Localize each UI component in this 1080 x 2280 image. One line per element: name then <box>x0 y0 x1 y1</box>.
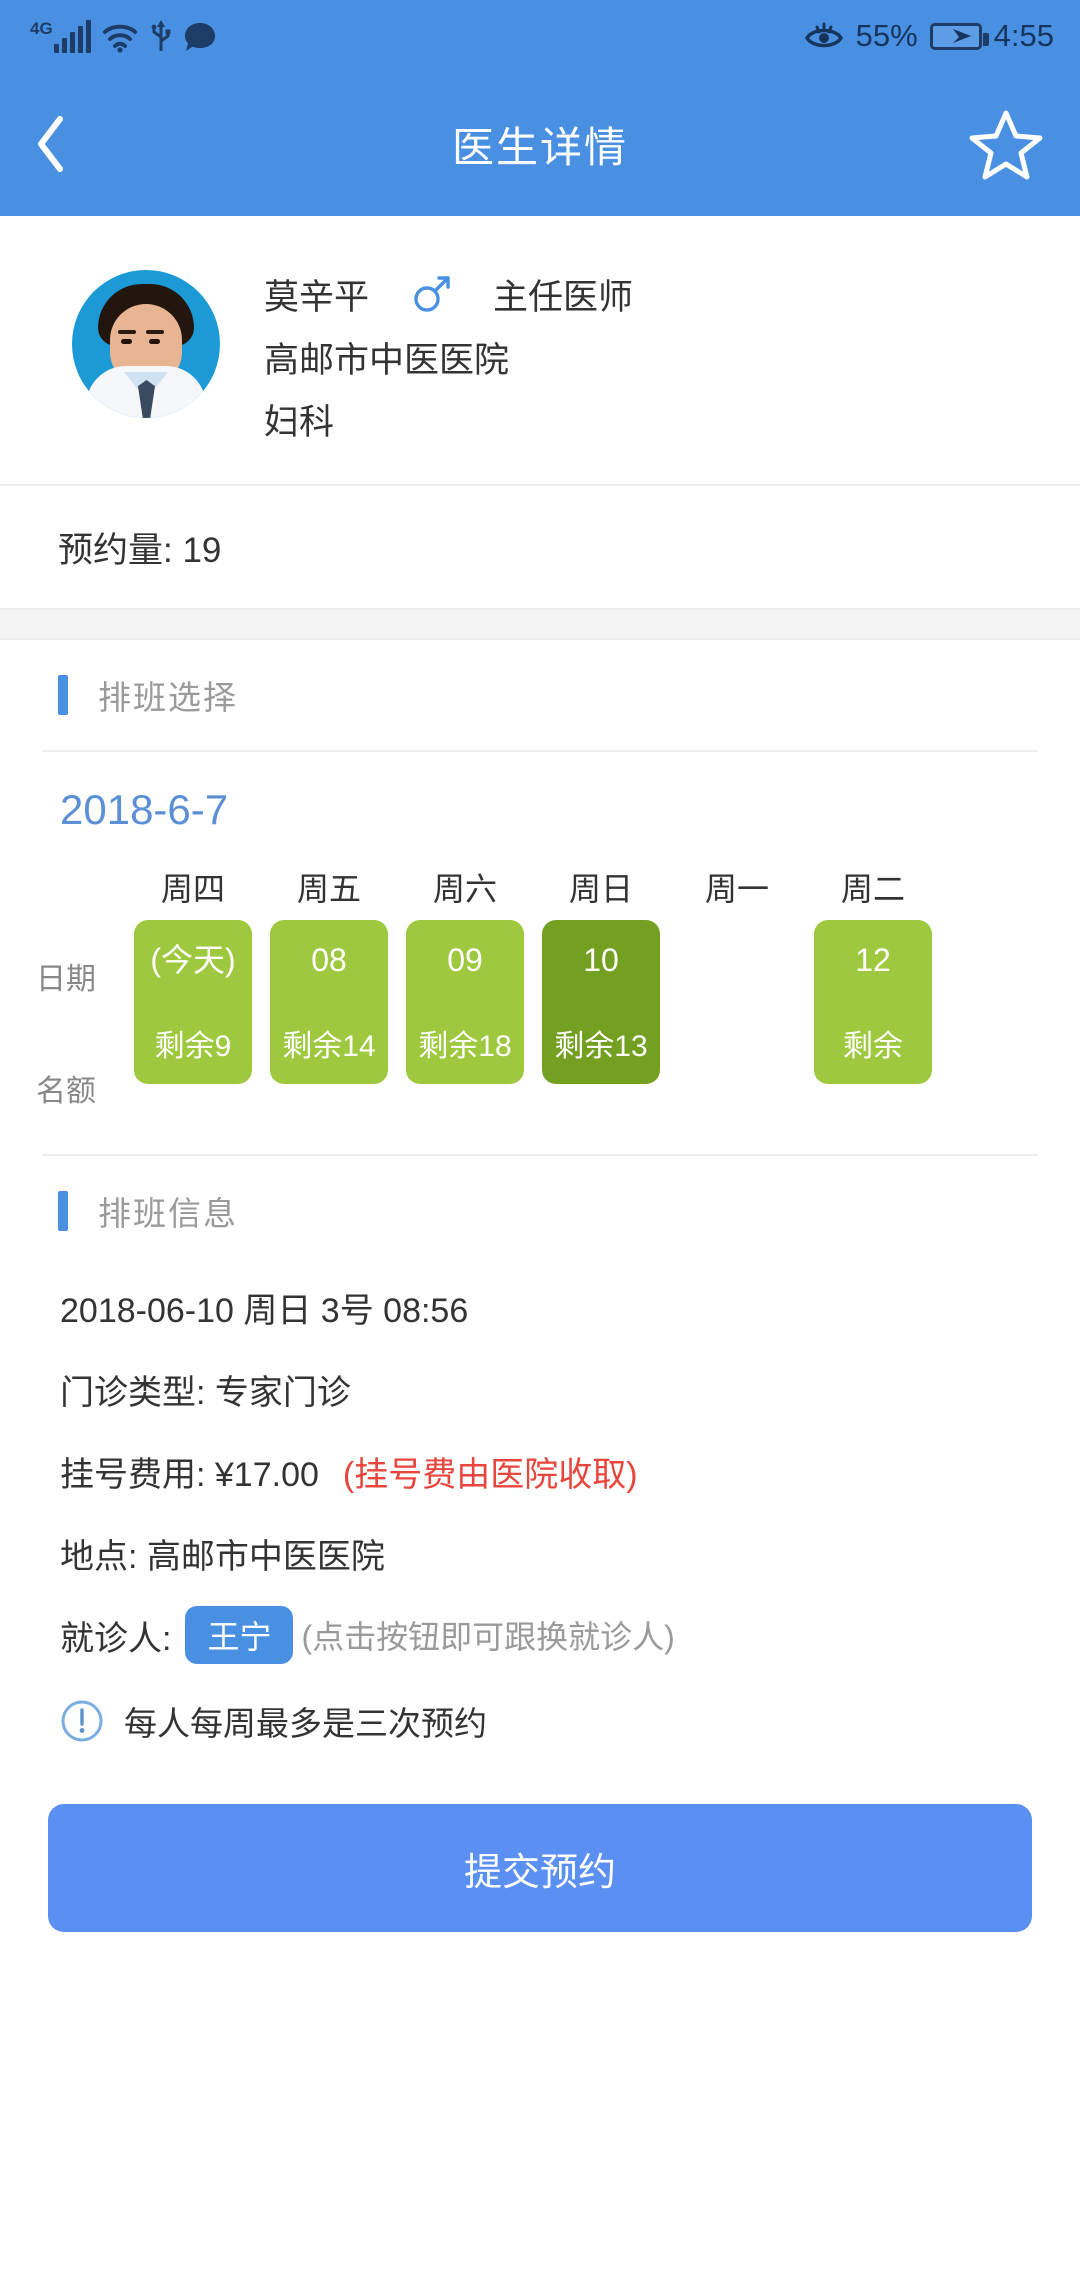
eye-care-icon <box>804 21 844 51</box>
date-card[interactable]: 09 剩余18 <box>406 920 524 1084</box>
doctor-department: 妇科 <box>264 388 633 450</box>
section-accent-bar <box>58 675 68 715</box>
doctor-hospital: 高邮市中医医院 <box>264 326 633 388</box>
weekly-limit-notice: 每人每周最多是三次预约 <box>0 1676 1080 1766</box>
weekday-label: 周二 <box>814 864 932 910</box>
submit-appointment-button[interactable]: 提交预约 <box>48 1804 1032 1932</box>
date-card-day: 08 <box>311 944 347 976</box>
appointment-count-label: 预约量: 19 <box>58 522 221 573</box>
submit-area: 提交预约 <box>0 1776 1080 1932</box>
date-card[interactable]: 08 剩余14 <box>270 920 388 1084</box>
section-accent-bar <box>58 1191 68 1231</box>
date-card-quota: 剩余18 <box>418 1032 511 1062</box>
battery-percent-label: 55% <box>856 18 918 54</box>
network-type-label: 4G <box>30 20 53 37</box>
date-card-day: (今天) <box>150 944 235 976</box>
location-row: 地点: 高邮市中医医院 <box>0 1512 1080 1594</box>
schedule-info-title: 排班信息 <box>98 1187 238 1235</box>
doctor-title: 主任医师 <box>493 269 633 320</box>
doctor-summary-card[interactable]: 莫辛平 主任医师 高邮市中医医院 妇科 <box>0 216 1080 486</box>
patient-hint: (点击按钮即可跟换就诊人) <box>301 1612 674 1658</box>
registration-fee-label: 挂号费用: ¥17.00 <box>60 1447 319 1496</box>
appointment-count-row: 预约量: 19 <box>0 486 1080 608</box>
calendar-row-labels: 日期 名额 <box>36 920 136 1110</box>
status-bar-left: 4G <box>30 19 217 53</box>
calendar-horizontal-scroller[interactable]: 日期 名额 周四周五周六周日周一周二 (今天) 剩余9 08 剩余14 09 剩余18 10… <box>0 854 1080 1154</box>
patient-row: 就诊人: 王宁 (点击按钮即可跟换就诊人) <box>0 1594 1080 1676</box>
date-card-day: 10 <box>583 944 619 976</box>
navigation-bar: 医生详情 <box>0 72 1080 216</box>
star-outline-icon[interactable] <box>966 104 1046 184</box>
weekday-label: 周五 <box>270 864 388 910</box>
page-title: 医生详情 <box>0 114 1080 175</box>
registration-fee-note: (挂号费由医院收取) <box>343 1447 638 1496</box>
date-card-quota: 剩余14 <box>282 1032 375 1062</box>
weekday-label: 周四 <box>134 864 252 910</box>
date-card[interactable]: 12 剩余 <box>814 920 932 1084</box>
weekday-header-row: 周四周五周六周日周一周二 <box>0 854 1080 920</box>
status-bar-right: 55% 4:55 <box>804 18 1054 54</box>
doctor-info: 莫辛平 主任医师 高邮市中医医院 妇科 <box>264 256 633 450</box>
date-card-quota: 剩余9 <box>155 1032 232 1062</box>
schedule-info-header: 排班信息 <box>0 1156 1080 1266</box>
schedule-datetime: 2018-06-10 周日 3号 08:56 <box>0 1266 1080 1348</box>
doctor-name-row: 莫辛平 主任医师 <box>264 262 633 326</box>
section-gap-divider <box>0 608 1080 640</box>
date-cards-row: (今天) 剩余9 08 剩余14 09 剩余18 10 剩余13 12 剩余 <box>0 920 1080 1084</box>
schedule-select-header: 排班选择 <box>0 640 1080 750</box>
schedule-info-body: 2018-06-10 周日 3号 08:56 门诊类型: 专家门诊 挂号费用: … <box>0 1266 1080 1776</box>
battery-charging-icon <box>930 23 982 50</box>
exclamation-circle-icon <box>60 1699 104 1743</box>
clock-label: 4:55 <box>994 18 1054 54</box>
weekly-limit-text: 每人每周最多是三次预约 <box>124 1697 487 1745</box>
weekday-label: 周六 <box>406 864 524 910</box>
row-label-quota: 名额 <box>36 1066 136 1110</box>
registration-fee-row: 挂号费用: ¥17.00 (挂号费由医院收取) <box>0 1430 1080 1512</box>
status-bar: 4G 55% 4:5 <box>0 0 1080 72</box>
doctor-name: 莫辛平 <box>264 269 369 320</box>
date-card-quota: 剩余 <box>843 1032 903 1062</box>
weekday-label: 周日 <box>542 864 660 910</box>
date-card-empty <box>678 920 796 1084</box>
date-card-quota: 剩余13 <box>554 1032 647 1062</box>
back-chevron-icon[interactable] <box>34 109 104 179</box>
signal-bars-icon: 4G <box>30 20 91 53</box>
schedule-select-title: 排班选择 <box>98 671 238 719</box>
usb-icon <box>149 19 173 53</box>
date-card[interactable]: 10 剩余13 <box>542 920 660 1084</box>
weekday-label: 周一 <box>678 864 796 910</box>
doctor-avatar <box>72 270 220 418</box>
patient-label: 就诊人: <box>60 1611 171 1660</box>
row-label-date: 日期 <box>36 954 136 998</box>
date-card-day: 09 <box>447 944 483 976</box>
patient-select-button[interactable]: 王宁 <box>185 1606 293 1664</box>
male-gender-icon <box>411 273 453 315</box>
schedule-current-date: 2018-6-7 <box>0 786 1080 854</box>
message-bubble-icon <box>183 21 217 53</box>
clinic-type: 门诊类型: 专家门诊 <box>0 1348 1080 1430</box>
wifi-icon <box>101 21 139 53</box>
date-card-day: 12 <box>855 944 891 976</box>
schedule-picker: 2018-6-7 日期 名额 周四周五周六周日周一周二 (今天)剩余908剩余1… <box>0 752 1080 1154</box>
date-card[interactable]: (今天) 剩余9 <box>134 920 252 1084</box>
